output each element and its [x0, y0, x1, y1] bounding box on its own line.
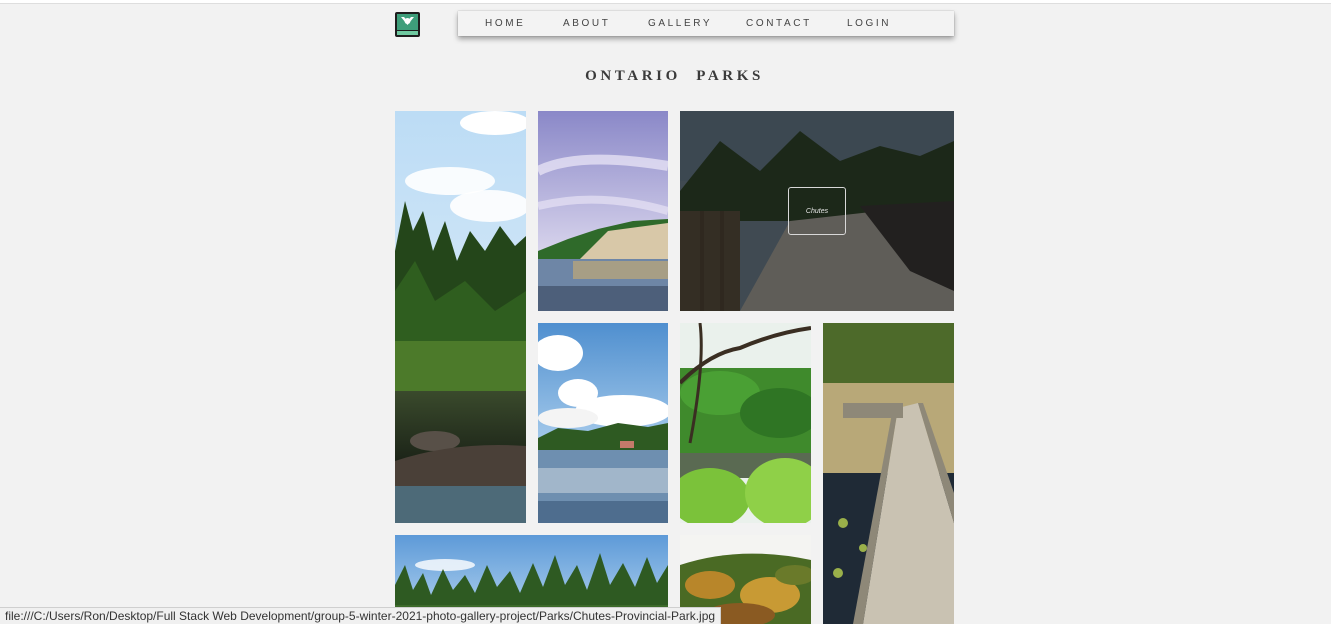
photo-caption-box: Chutes	[788, 187, 846, 235]
photo-chutes[interactable]: Chutes	[680, 111, 954, 311]
forest-river-image	[395, 111, 526, 523]
page-title: ONTARIO PARKS	[585, 68, 764, 84]
nav-login-link[interactable]: LOGIN	[847, 18, 891, 29]
nav-gallery-link[interactable]: GALLERY	[648, 18, 712, 29]
green-valley-image	[680, 323, 811, 523]
nav-about-link[interactable]: ABOUT	[563, 18, 610, 29]
photo-lake-clouds[interactable]	[538, 323, 668, 523]
boardwalk-image	[823, 323, 954, 624]
nav-home-link[interactable]: HOME	[485, 18, 525, 29]
photo-boardwalk[interactable]	[823, 323, 954, 624]
cliff-lake-image	[538, 111, 668, 311]
browser-top-edge	[0, 0, 1331, 4]
lake-clouds-image	[538, 323, 668, 523]
main-navbar: HOME ABOUT GALLERY CONTACT LOGIN	[458, 11, 954, 36]
photo-green-valley[interactable]	[680, 323, 811, 523]
nav-contact-link[interactable]: CONTACT	[746, 18, 812, 29]
photo-forest-river[interactable]	[395, 111, 526, 523]
park-logo-icon[interactable]	[395, 12, 420, 37]
photo-cliff-lake[interactable]	[538, 111, 668, 311]
browser-status-url: file:///C:/Users/Ron/Desktop/Full Stack …	[0, 607, 722, 624]
